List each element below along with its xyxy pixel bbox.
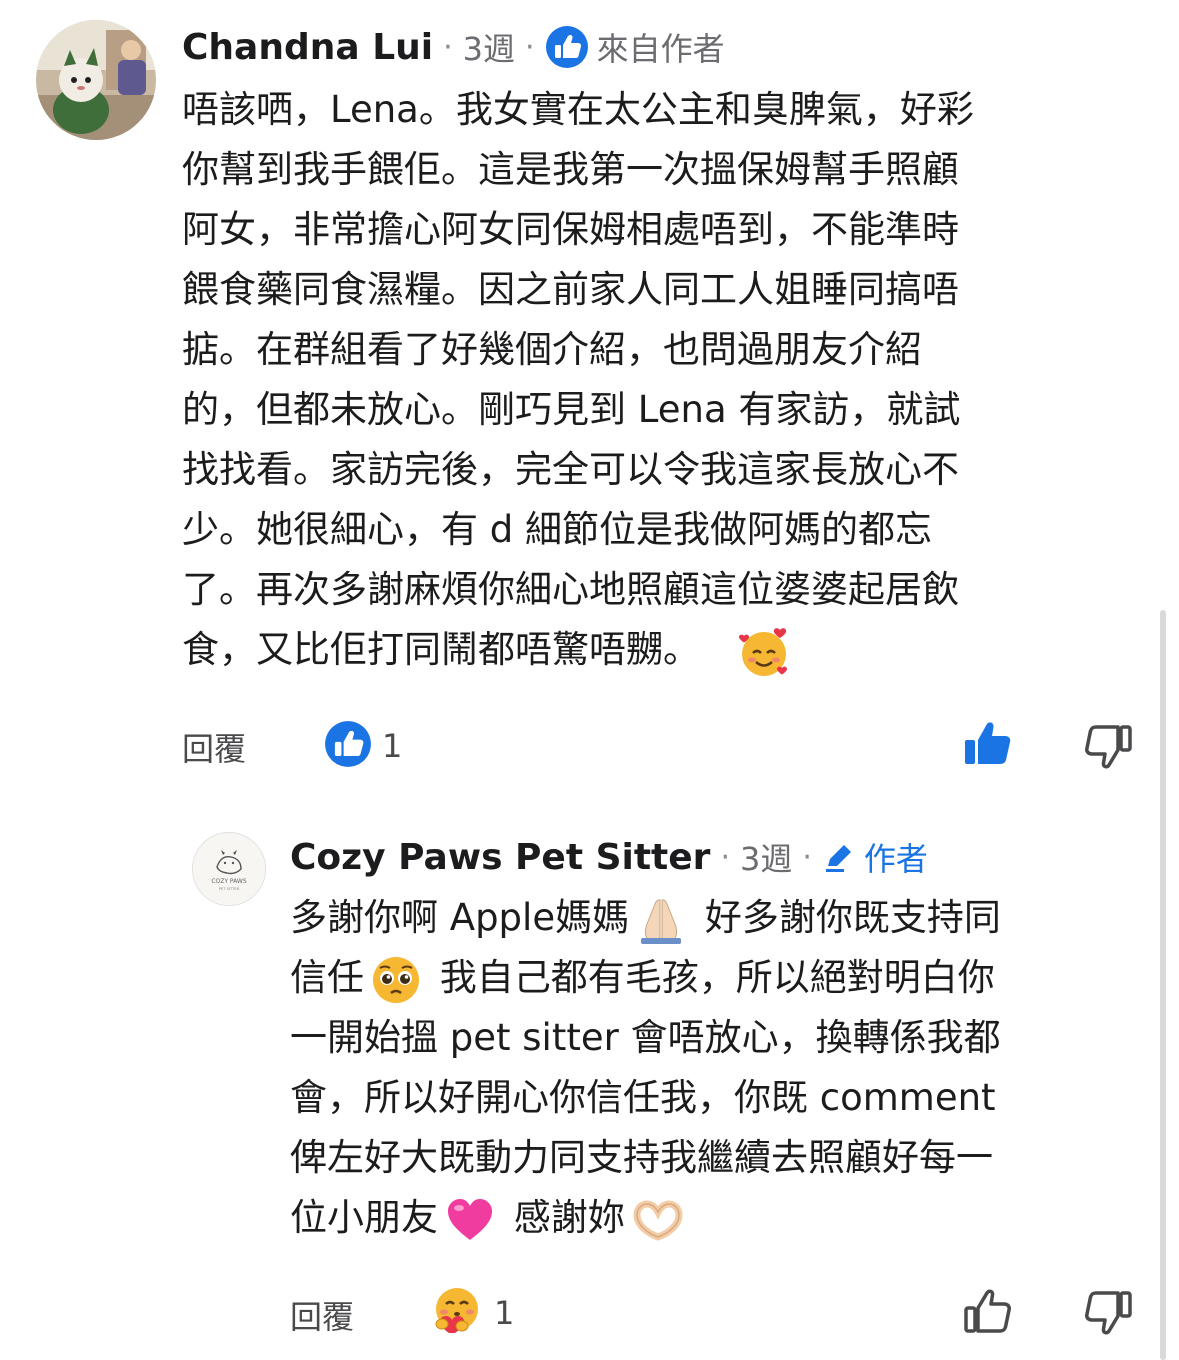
pencil-icon bbox=[822, 840, 856, 874]
reply-button[interactable]: 回覆 bbox=[290, 1292, 354, 1338]
comment-line: 找找看。家訪完後，完全可以令我這家長放心不 bbox=[182, 448, 959, 491]
scrollbar[interactable] bbox=[1160, 610, 1166, 1360]
reply-text-segment: 位小朋友 bbox=[290, 1196, 438, 1239]
comment-author[interactable]: Chandna Lui bbox=[182, 27, 433, 68]
comment-line: 少。她很細心，有 d 細節位是我做阿媽的都忘 bbox=[182, 508, 933, 551]
reply-text-segment: 信任 bbox=[290, 956, 364, 999]
author-badge-label: 作者 bbox=[863, 840, 928, 878]
separator-dot: · bbox=[443, 29, 453, 65]
reply-avatar[interactable]: COZY PAWS PET SITTER bbox=[192, 832, 266, 906]
avatar[interactable] bbox=[36, 20, 156, 140]
comment-last-line: 食，又比佢打同鬧都唔驚唔嬲。 bbox=[182, 620, 1142, 680]
comment-line: 阿女，非常擔心阿女同保姆相處唔到，不能準時 bbox=[182, 208, 959, 251]
heart-hands-icon bbox=[631, 1197, 685, 1243]
reply-line: 位小朋友 感謝妳 bbox=[290, 1188, 1150, 1248]
reply-line: 一開始搵 pet sitter 會唔放心，換轉係我都 bbox=[290, 1016, 1001, 1059]
reply-button[interactable]: 回覆 bbox=[182, 724, 246, 770]
comment-line: 餵食藥同食濕糧。因之前家人同工人姐睡同搞唔 bbox=[182, 268, 959, 311]
comment-line: 食，又比佢打同鬧都唔驚唔嬲。 bbox=[182, 628, 700, 671]
reaction-count: 1 bbox=[494, 1294, 515, 1332]
reply-avatar-logo-text: COZY PAWS bbox=[211, 878, 247, 885]
comment-line: 了。再次多謝麻煩你細心地照顧這位婆婆起居飲 bbox=[182, 568, 959, 611]
like-icon bbox=[324, 720, 372, 772]
reply-line: 多謝你啊 Apple媽媽 好多謝你既支持同 bbox=[290, 888, 1150, 948]
comment-body: 唔該哂，Lena。我女實在太公主和臭脾氣，好彩 你幫到我手餵佢。這是我第一次搵保… bbox=[182, 80, 1142, 680]
folded-hands-icon bbox=[635, 894, 687, 946]
thumbs-up-button[interactable] bbox=[960, 716, 1016, 772]
author-badge-label: 來自作者 bbox=[596, 30, 725, 68]
reply-line: 會，所以好開心你信任我，你既 comment bbox=[290, 1076, 996, 1119]
comment-line: 你幫到我手餵佢。這是我第一次搵保姆幫手照顧 bbox=[182, 148, 959, 191]
reply-author[interactable]: Cozy Paws Pet Sitter bbox=[290, 837, 710, 878]
comment-line: 的，但都未放心。剛巧見到 Lena 有家訪，就試 bbox=[182, 388, 961, 431]
thumbs-down-icon bbox=[1085, 725, 1132, 769]
reply-text-segment: 我自己都有毛孩，所以絕對明白你 bbox=[428, 956, 995, 999]
reply-time[interactable]: 3週 bbox=[740, 834, 792, 880]
comment-line: 掂。在群組看了好幾個介紹，也問過朋友介紹 bbox=[182, 328, 922, 371]
thumbs-up-button[interactable] bbox=[960, 1284, 1016, 1340]
separator-dot: · bbox=[802, 839, 812, 875]
hugging-face-icon bbox=[430, 1284, 484, 1342]
reply-body: 多謝你啊 Apple媽媽 好多謝你既支持同 信任 我自己都有毛孩，所以絕對明白你 bbox=[290, 888, 1150, 1248]
separator-dot: · bbox=[525, 29, 535, 65]
reply-text-segment: 好多謝你既支持同 bbox=[693, 896, 1001, 939]
smiling-face-with-hearts-icon bbox=[736, 624, 792, 680]
reply-line: 俾左好大既動力同支持我繼續去照顧好每一 bbox=[290, 1136, 993, 1179]
reaction-summary[interactable]: 1 bbox=[324, 720, 402, 772]
comment-header: Chandna Lui · 3週 · 來自作者 bbox=[182, 24, 725, 70]
reply-text-segment: 多謝你啊 Apple媽媽 bbox=[290, 896, 630, 939]
pink-heart-icon bbox=[444, 1194, 496, 1246]
thumbs-down-button[interactable] bbox=[1080, 1284, 1136, 1340]
like-badge-icon bbox=[545, 25, 589, 69]
reply-text-segment: 感謝妳 bbox=[502, 1196, 625, 1239]
reaction-count: 1 bbox=[382, 727, 403, 765]
thumbs-up-icon bbox=[964, 1289, 1011, 1333]
thumbs-down-icon bbox=[1085, 1291, 1132, 1335]
reaction-summary[interactable]: 1 bbox=[430, 1284, 514, 1342]
thumbs-down-button[interactable] bbox=[1080, 718, 1136, 774]
separator-dot: · bbox=[720, 839, 730, 875]
reply-header: Cozy Paws Pet Sitter · 3週 · 作者 bbox=[290, 834, 928, 880]
comment-time[interactable]: 3週 bbox=[463, 24, 515, 70]
thumbs-up-filled-icon bbox=[965, 722, 1011, 764]
pleading-face-icon bbox=[370, 954, 422, 1006]
reply-line: 信任 我自己都有毛孩，所以絕對明白你 bbox=[290, 948, 1150, 1008]
comment-line: 唔該哂，Lena。我女實在太公主和臭脾氣，好彩 bbox=[182, 88, 974, 131]
reply-avatar-logo-subtext: PET SITTER bbox=[219, 887, 240, 891]
